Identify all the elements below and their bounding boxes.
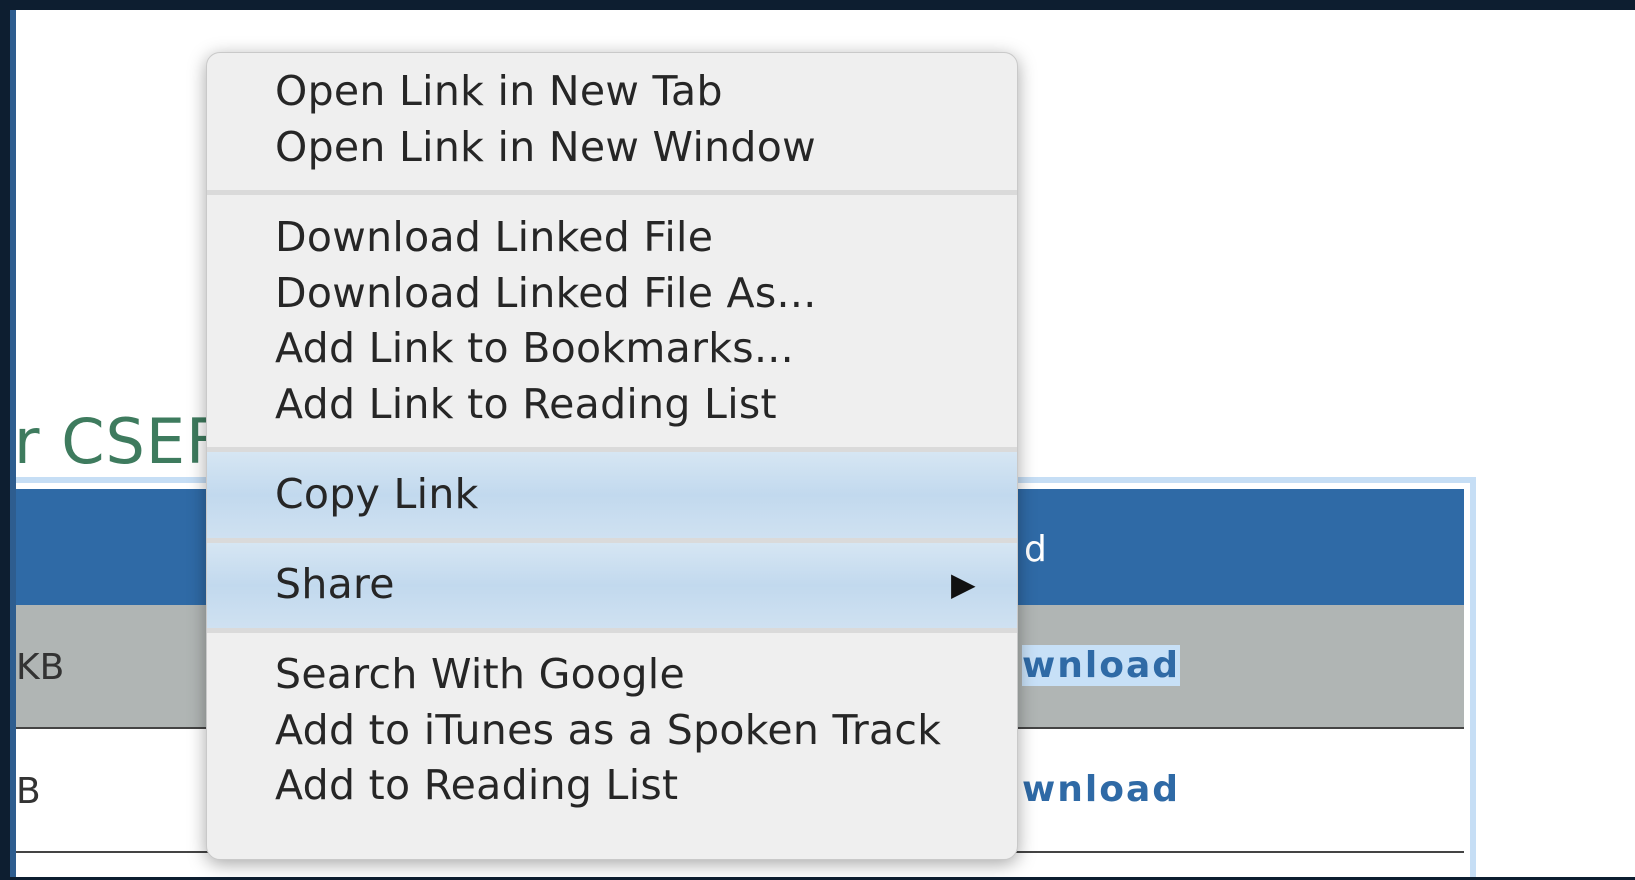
menu-item-copy-link[interactable]: Copy Link <box>275 470 479 518</box>
menu-item-add-link-bookmarks[interactable]: Add Link to Bookmarks... <box>275 324 794 372</box>
download-link[interactable]: wnload <box>1022 645 1181 686</box>
menu-separator <box>207 190 1017 195</box>
menu-item-add-reading-list[interactable]: Add to Reading List <box>275 761 678 809</box>
menu-item-download-linked-file[interactable]: Download Linked File <box>275 213 713 261</box>
menu-separator <box>207 628 1017 633</box>
menu-item-share[interactable]: Share <box>275 560 395 608</box>
triangle-right-icon: ▶ <box>951 565 976 603</box>
menu-item-search-google[interactable]: Search With Google <box>275 650 685 698</box>
table-header-download-label: d <box>1024 529 1047 570</box>
menu-item-open-new-tab[interactable]: Open Link in New Tab <box>275 67 723 115</box>
file-size: B <box>16 771 41 812</box>
file-size: KB <box>16 647 65 688</box>
menu-item-add-itunes-spoken-track[interactable]: Add to iTunes as a Spoken Track <box>275 706 941 754</box>
menu-item-download-linked-file-as[interactable]: Download Linked File As... <box>275 269 817 317</box>
menu-item-add-link-reading-list[interactable]: Add Link to Reading List <box>275 380 777 428</box>
context-menu: Open Link in New Tab Open Link in New Wi… <box>206 52 1018 860</box>
page-left-edge <box>10 10 16 877</box>
download-link[interactable]: wnload <box>1022 769 1180 810</box>
page-heading: r CSEF <box>14 405 223 478</box>
menu-item-open-new-window[interactable]: Open Link in New Window <box>275 123 816 171</box>
